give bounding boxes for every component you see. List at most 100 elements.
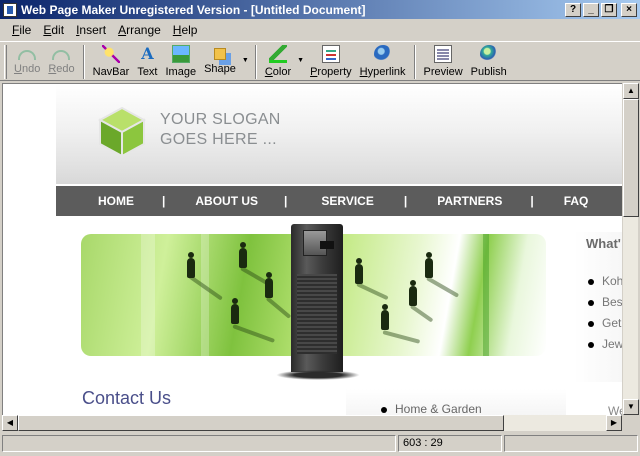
horizontal-scrollbar[interactable]: ◀ ▶ xyxy=(2,415,622,431)
redo-icon xyxy=(52,50,71,60)
nav-home[interactable]: HOME xyxy=(98,194,134,208)
toolbar-grip[interactable] xyxy=(4,45,7,79)
nav-about-us[interactable]: ABOUT US xyxy=(195,194,258,208)
undo-button[interactable]: Undo xyxy=(10,42,44,80)
side-list-item[interactable]: Jew xyxy=(586,337,622,358)
image-button[interactable]: Image xyxy=(162,42,201,80)
web-page[interactable]: YOUR SLOGAN GOES HERE ... HOME | ABOUT U… xyxy=(56,84,622,415)
navbar-label: NavBar xyxy=(92,66,130,78)
hyperlink-icon xyxy=(373,45,392,63)
scroll-right-button[interactable]: ▶ xyxy=(606,415,622,431)
restore-button[interactable]: ❐ xyxy=(601,2,617,17)
slogan[interactable]: YOUR SLOGAN GOES HERE ... xyxy=(160,110,281,150)
banner-stripe xyxy=(201,234,209,356)
vertical-scrollbar[interactable]: ▲ ▼ xyxy=(622,83,639,415)
tower-slot xyxy=(320,241,334,249)
status-extra xyxy=(504,435,638,452)
nav-service[interactable]: SERVICE xyxy=(321,194,373,208)
nav-partners[interactable]: PARTNERS xyxy=(437,194,502,208)
hyperlink-button[interactable]: Hyperlink xyxy=(356,42,410,80)
undo-label: Undo xyxy=(14,63,41,75)
status-bar: 603 : 29 xyxy=(0,433,640,454)
person-figure xyxy=(187,252,195,278)
menu-edit[interactable]: Edit xyxy=(37,23,70,37)
person-figure xyxy=(381,304,389,330)
hyperlink-label: Hyperlink xyxy=(359,66,406,78)
slogan-line-2: GOES HERE ... xyxy=(160,131,277,148)
color-label: Color xyxy=(264,66,292,78)
color-icon xyxy=(268,45,287,63)
help-button[interactable]: ? xyxy=(565,2,581,17)
menu-insert[interactable]: Insert xyxy=(70,23,112,37)
side-heading[interactable]: What' xyxy=(586,236,621,251)
menu-insert-label: nsert xyxy=(79,23,107,37)
shape-button[interactable]: Shape xyxy=(200,42,240,80)
preview-icon xyxy=(434,45,453,63)
nav-separator: | xyxy=(162,194,166,208)
color-dropdown-arrow[interactable]: ▼ xyxy=(295,57,306,64)
person-shadow xyxy=(409,304,434,323)
person-figure xyxy=(409,280,417,306)
person-shadow xyxy=(265,296,292,319)
contact-heading[interactable]: Contact Us xyxy=(82,388,171,409)
color-button[interactable]: Color xyxy=(261,42,295,80)
redo-label: Redo xyxy=(48,63,75,75)
app-icon[interactable] xyxy=(3,2,17,17)
toolbar-separator xyxy=(413,45,416,79)
horizontal-scroll-thumb[interactable] xyxy=(18,415,504,431)
publish-label: Publish xyxy=(470,66,507,78)
window-title: Web Page Maker Unregistered Version - [U… xyxy=(21,2,366,17)
tower-foot xyxy=(276,370,360,380)
image-label: Image xyxy=(165,66,197,78)
status-coordinates: 603 : 29 xyxy=(398,435,502,452)
property-button[interactable]: Property xyxy=(306,42,356,80)
bottom-right-text[interactable]: We xyxy=(608,404,622,415)
banner-stripe xyxy=(483,234,489,356)
redo-button[interactable]: Redo xyxy=(44,42,78,80)
toolbar-separator xyxy=(82,45,85,79)
close-button[interactable]: × xyxy=(621,2,637,17)
person-shadow xyxy=(356,282,389,301)
scroll-down-button[interactable]: ▼ xyxy=(623,399,639,415)
navbar-button[interactable]: NavBar xyxy=(89,42,134,80)
logo-cube-icon[interactable] xyxy=(96,104,148,160)
nav-separator: | xyxy=(284,194,288,208)
text-label: Text xyxy=(137,66,158,78)
site-navbar[interactable]: HOME | ABOUT US | SERVICE | PARTNERS | F… xyxy=(56,186,622,216)
menu-arrange[interactable]: Arrange xyxy=(112,23,167,37)
scroll-left-button[interactable]: ◀ xyxy=(2,415,18,431)
bottom-list-item[interactable]: Home & Garden xyxy=(379,402,482,415)
design-canvas[interactable]: YOUR SLOGAN GOES HERE ... HOME | ABOUT U… xyxy=(2,83,622,415)
person-figure xyxy=(355,258,363,284)
property-icon xyxy=(321,45,340,63)
vertical-scroll-thumb[interactable] xyxy=(623,99,639,217)
side-list-item[interactable]: Koh xyxy=(586,274,622,295)
preview-label: Preview xyxy=(423,66,463,78)
person-figure xyxy=(231,298,239,324)
menu-arrange-label: rrange xyxy=(126,23,161,37)
nav-separator: | xyxy=(403,194,408,208)
title-bar: Web Page Maker Unregistered Version - [U… xyxy=(0,0,640,19)
slogan-line-1: YOUR SLOGAN xyxy=(160,111,281,128)
navbar-icon xyxy=(101,45,120,63)
side-list-item[interactable]: Best xyxy=(586,295,622,316)
preview-button[interactable]: Preview xyxy=(420,42,467,80)
text-button[interactable]: A Text xyxy=(133,42,161,80)
publish-button[interactable]: Publish xyxy=(467,42,511,80)
menu-help[interactable]: Help xyxy=(167,23,204,37)
toolbar: Undo Redo NavBar A Text Image Shape ▼ Co… xyxy=(0,41,640,81)
shape-dropdown-arrow[interactable]: ▼ xyxy=(240,57,251,64)
minimize-button[interactable]: _ xyxy=(583,2,599,17)
person-shadow xyxy=(382,330,421,344)
nav-faq[interactable]: FAQ xyxy=(564,194,589,208)
person-figure xyxy=(425,252,433,278)
person-figure xyxy=(265,272,273,298)
server-tower-image[interactable] xyxy=(291,224,343,372)
property-label: Property xyxy=(310,66,352,78)
menu-file[interactable]: File xyxy=(6,23,37,37)
side-list-item[interactable]: Get xyxy=(586,316,622,337)
text-icon: A xyxy=(141,44,154,63)
person-shadow xyxy=(426,276,460,298)
side-list[interactable]: Koh Best Get Jew xyxy=(586,274,622,358)
scroll-up-button[interactable]: ▲ xyxy=(623,83,639,99)
